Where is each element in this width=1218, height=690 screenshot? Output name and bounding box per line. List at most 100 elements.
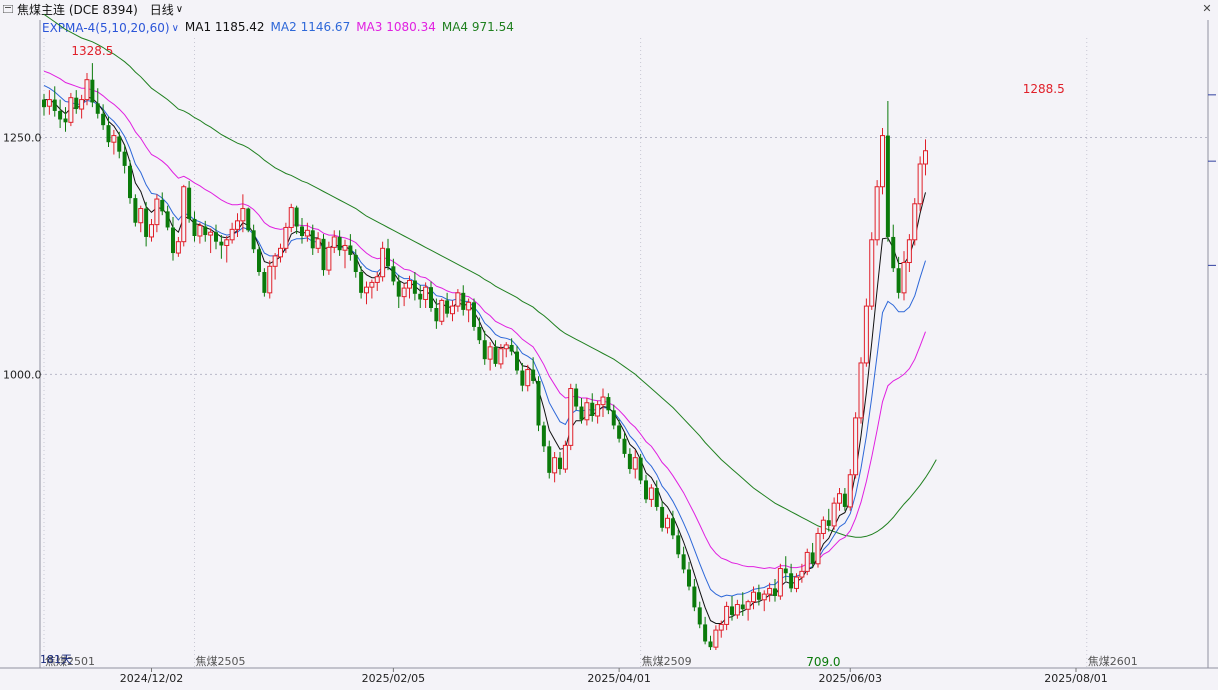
- candle-body: [515, 351, 519, 371]
- candle-body: [472, 302, 476, 327]
- candle-body: [783, 568, 788, 574]
- candle-body: [58, 110, 63, 120]
- candle: [638, 453, 643, 485]
- candle: [515, 345, 519, 375]
- candle-body: [804, 551, 810, 572]
- candle: [804, 548, 810, 576]
- candle: [257, 245, 261, 276]
- candle-body: [831, 502, 837, 527]
- candle-body: [342, 244, 348, 251]
- candle-body: [869, 239, 875, 307]
- candle: [450, 300, 455, 322]
- candle: [692, 578, 697, 612]
- candle: [434, 298, 439, 329]
- candle-body: [353, 254, 358, 272]
- candle-body: [896, 268, 901, 293]
- candle: [187, 181, 192, 223]
- candle-body: [584, 402, 590, 421]
- candle-body: [703, 624, 708, 642]
- candle: [294, 205, 299, 235]
- candle-body: [482, 340, 487, 360]
- candle-body: [337, 236, 342, 251]
- candle-body: [923, 150, 928, 165]
- candle: [106, 116, 111, 147]
- candle: [831, 497, 837, 530]
- candle: [923, 139, 928, 176]
- candle: [90, 63, 95, 108]
- candle: [396, 274, 401, 308]
- candle-body: [386, 248, 390, 267]
- candlestick-chart[interactable]: 1250.0 1000.0 2024/12/02 2025/02/05 2025/04/…: [0, 0, 1218, 690]
- candle-body: [197, 225, 203, 237]
- candle-body: [128, 165, 132, 199]
- candle: [342, 239, 348, 269]
- candle-body: [401, 287, 407, 298]
- candle: [777, 563, 783, 600]
- candle-body: [648, 487, 654, 500]
- candle: [611, 404, 616, 430]
- candle-body: [101, 113, 106, 126]
- candle: [858, 357, 864, 424]
- candle: [670, 510, 675, 540]
- candle-body: [654, 488, 659, 507]
- candle: [278, 243, 283, 263]
- candle-body: [219, 241, 224, 246]
- candle: [906, 234, 912, 272]
- candle: [842, 488, 847, 511]
- candle: [734, 599, 740, 619]
- candle: [58, 99, 63, 128]
- candle-body: [278, 247, 283, 258]
- candle-body: [660, 506, 665, 528]
- candle-body: [670, 518, 675, 536]
- candle-body: [214, 232, 218, 242]
- candle: [472, 298, 476, 331]
- candle-body: [300, 226, 304, 236]
- candle: [901, 251, 907, 301]
- candle-body: [718, 623, 724, 631]
- candle: [181, 184, 187, 247]
- candle-body: [498, 348, 504, 365]
- candle: [773, 578, 777, 602]
- candle-body: [606, 397, 611, 411]
- candle: [149, 218, 154, 242]
- candle: [466, 298, 472, 323]
- candle-body: [106, 125, 111, 143]
- candle-body: [418, 293, 423, 300]
- candle: [644, 474, 648, 504]
- candle-body: [826, 520, 831, 526]
- candle-body: [874, 186, 880, 241]
- candle-body: [547, 446, 552, 473]
- candle-body: [487, 346, 493, 360]
- candle-body: [600, 396, 606, 406]
- days-count-label: 181天: [40, 653, 72, 666]
- candle-body: [730, 606, 734, 615]
- candle-body: [617, 425, 622, 439]
- candle-body: [853, 417, 859, 476]
- candle-body: [767, 587, 773, 595]
- x-tick-label-4: 2025/08/01: [1044, 672, 1107, 685]
- candle-body: [794, 576, 799, 589]
- candle: [482, 330, 487, 365]
- candle: [708, 635, 713, 650]
- candle: [251, 224, 256, 254]
- candle: [627, 448, 632, 474]
- candle-body: [681, 554, 686, 570]
- candle: [761, 590, 767, 612]
- candle-body: [262, 272, 267, 293]
- candle: [117, 131, 122, 159]
- candle-body: [160, 200, 165, 212]
- candle: [665, 514, 670, 534]
- candle: [331, 230, 337, 254]
- candle-body: [461, 292, 466, 310]
- candle: [79, 94, 85, 119]
- candle: [477, 317, 482, 344]
- candle-body: [552, 457, 558, 474]
- candle: [703, 616, 708, 645]
- candle: [531, 357, 536, 384]
- candle-body: [235, 220, 240, 230]
- candle-body: [847, 474, 853, 508]
- candle: [315, 232, 321, 254]
- candle: [321, 234, 326, 276]
- candle-body: [756, 592, 761, 600]
- candle: [880, 128, 885, 195]
